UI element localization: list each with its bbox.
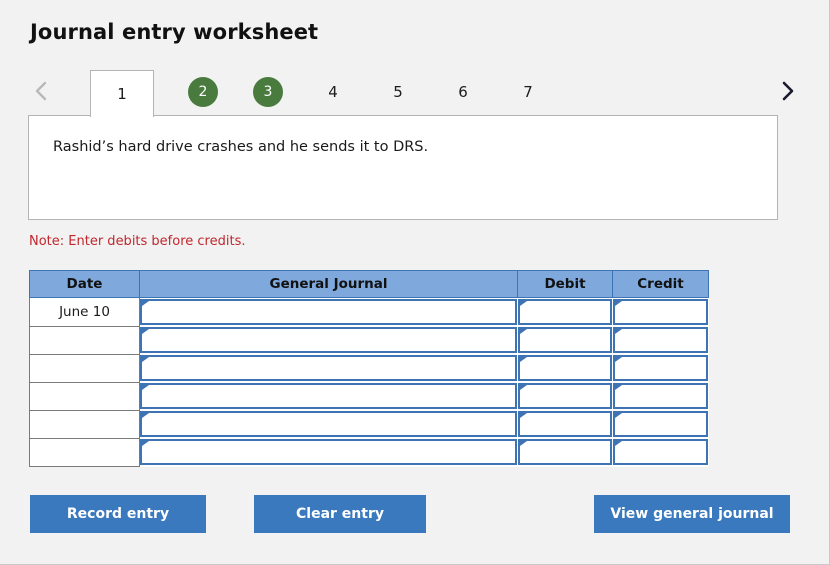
journal-credit-cell[interactable]: [612, 410, 709, 438]
journal-debit-cell[interactable]: [517, 382, 613, 410]
journal-date-cell[interactable]: June 10: [29, 297, 140, 327]
cell-input-box[interactable]: [612, 355, 708, 381]
cell-dropdown-flag-icon[interactable]: [142, 385, 149, 395]
table-row: June 10: [29, 297, 709, 327]
cell-input-box[interactable]: [517, 439, 612, 465]
journal-general-journal-cell[interactable]: [139, 438, 518, 466]
cell-dropdown-flag-icon[interactable]: [519, 329, 527, 339]
worksheet-tab-1[interactable]: 1: [90, 70, 154, 117]
cell-input-box[interactable]: [140, 355, 517, 381]
cell-dropdown-flag-icon[interactable]: [142, 357, 149, 367]
journal-credit-cell[interactable]: [612, 326, 709, 354]
journal-general-journal-cell[interactable]: [139, 326, 518, 354]
page-title: Journal entry worksheet: [30, 20, 319, 44]
cell-dropdown-flag-icon[interactable]: [519, 385, 527, 395]
journal-debit-cell[interactable]: [517, 410, 613, 438]
cell-input-box[interactable]: [140, 383, 517, 409]
cell-dropdown-flag-icon[interactable]: [614, 301, 622, 311]
worksheet-tab-4[interactable]: 4: [318, 72, 348, 112]
tab-label: 5: [393, 83, 403, 101]
worksheet-tab-6[interactable]: 6: [448, 72, 478, 112]
clear-entry-button[interactable]: Clear entry: [254, 495, 426, 533]
cell-dropdown-flag-icon[interactable]: [614, 329, 622, 339]
journal-credit-cell[interactable]: [612, 438, 709, 466]
journal-date-cell[interactable]: [29, 353, 140, 383]
tab-label: 7: [523, 83, 533, 101]
cell-dropdown-flag-icon[interactable]: [142, 301, 149, 311]
journal-date-cell[interactable]: [29, 381, 140, 411]
tab-completed-badge: 3: [253, 77, 283, 107]
table-row: [29, 381, 709, 411]
table-row: [29, 409, 709, 439]
cell-input-box[interactable]: [140, 327, 517, 353]
cell-input-box[interactable]: [517, 327, 612, 353]
scenario-panel: Rashid’s hard drive crashes and he sends…: [28, 115, 778, 220]
tab-completed-badge: 2: [188, 77, 218, 107]
journal-date-cell[interactable]: [29, 437, 140, 467]
worksheet-tab-7[interactable]: 7: [513, 72, 543, 112]
view-general-journal-button[interactable]: View general journal: [594, 495, 790, 533]
cell-dropdown-flag-icon[interactable]: [142, 329, 149, 339]
cell-input-box[interactable]: [140, 411, 517, 437]
journal-debit-cell[interactable]: [517, 438, 613, 466]
journal-credit-cell[interactable]: [612, 354, 709, 382]
cell-input-box[interactable]: [517, 355, 612, 381]
journal-credit-cell[interactable]: [612, 297, 709, 326]
cell-input-box[interactable]: [612, 299, 708, 325]
cell-input-box[interactable]: [517, 411, 612, 437]
journal-date-cell[interactable]: [29, 325, 140, 355]
scenario-text: Rashid’s hard drive crashes and he sends…: [53, 139, 429, 155]
journal-debit-cell[interactable]: [517, 354, 613, 382]
record-entry-button[interactable]: Record entry: [30, 495, 206, 533]
worksheet-tab-strip: 1 2 3 4 5 6 7: [28, 62, 800, 120]
journal-date-cell[interactable]: [29, 409, 140, 439]
cell-dropdown-flag-icon[interactable]: [614, 357, 622, 367]
cell-input-box[interactable]: [612, 383, 708, 409]
tab-label: 4: [328, 83, 338, 101]
column-header-date: Date: [29, 270, 140, 298]
journal-debit-cell[interactable]: [517, 326, 613, 354]
tab-label: 6: [458, 83, 468, 101]
column-header-debit: Debit: [517, 270, 613, 298]
table-header-row: Date General Journal Debit Credit: [29, 270, 709, 298]
journal-entry-worksheet-page: Journal entry worksheet 1 2 3 4 5 6 7 Rashid’s…: [0, 0, 830, 565]
journal-general-journal-cell[interactable]: [139, 410, 518, 438]
journal-general-journal-cell[interactable]: [139, 297, 518, 326]
journal-general-journal-cell[interactable]: [139, 354, 518, 382]
debits-before-credits-note: Note: Enter debits before credits.: [29, 234, 246, 249]
cell-dropdown-flag-icon[interactable]: [519, 357, 527, 367]
table-row: [29, 437, 709, 467]
chevron-right-icon[interactable]: [774, 76, 800, 106]
table-row: [29, 353, 709, 383]
cell-dropdown-flag-icon[interactable]: [142, 413, 149, 423]
worksheet-tab-3[interactable]: 3: [253, 72, 283, 112]
journal-general-journal-cell[interactable]: [139, 382, 518, 410]
cell-dropdown-flag-icon[interactable]: [614, 385, 622, 395]
cell-input-box[interactable]: [517, 383, 612, 409]
cell-input-box[interactable]: [140, 439, 517, 465]
chevron-left-icon[interactable]: [28, 76, 54, 106]
cell-input-box[interactable]: [612, 439, 708, 465]
worksheet-tab-2[interactable]: 2: [188, 72, 218, 112]
column-header-credit: Credit: [612, 270, 709, 298]
cell-dropdown-flag-icon[interactable]: [519, 441, 527, 451]
cell-input-box[interactable]: [517, 299, 612, 325]
cell-dropdown-flag-icon[interactable]: [519, 301, 527, 311]
cell-dropdown-flag-icon[interactable]: [142, 441, 149, 451]
journal-credit-cell[interactable]: [612, 382, 709, 410]
cell-dropdown-flag-icon[interactable]: [614, 413, 622, 423]
cell-input-box[interactable]: [140, 299, 517, 325]
journal-debit-cell[interactable]: [517, 297, 613, 326]
worksheet-tab-5[interactable]: 5: [383, 72, 413, 112]
cell-dropdown-flag-icon[interactable]: [519, 413, 527, 423]
journal-entry-table: Date General Journal Debit Credit June 1…: [29, 270, 709, 467]
tab-label: 1: [117, 85, 127, 103]
cell-input-box[interactable]: [612, 327, 708, 353]
column-header-general-journal: General Journal: [139, 270, 518, 298]
table-row: [29, 325, 709, 355]
cell-dropdown-flag-icon[interactable]: [614, 441, 622, 451]
cell-input-box[interactable]: [612, 411, 708, 437]
